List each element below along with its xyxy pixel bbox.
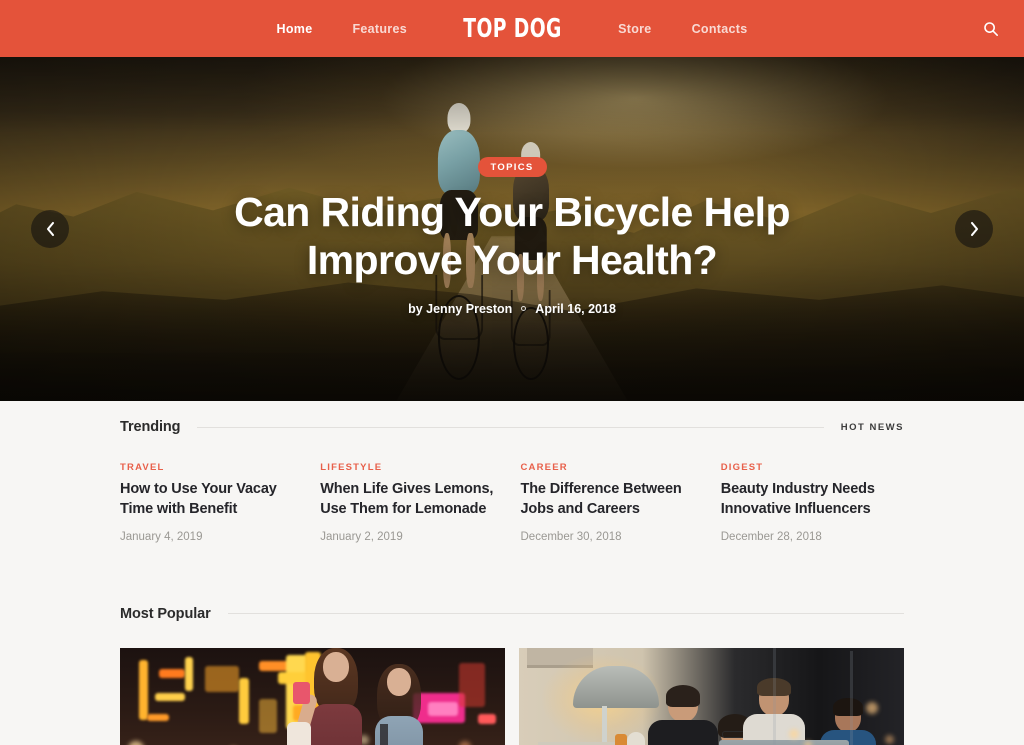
most-popular-section-header: Most Popular: [120, 588, 904, 622]
trending-title-link[interactable]: The Difference Between Jobs and Careers: [521, 480, 704, 520]
night-street-image: [120, 647, 505, 745]
hero-date: April 16, 2018: [535, 301, 616, 316]
main-content: Trending HOT NEWS TRAVEL How to Use Your…: [0, 401, 1024, 745]
site-logo[interactable]: TOP DOG: [444, 14, 581, 44]
trending-grid: TRAVEL How to Use Your Vacay Time with B…: [120, 462, 904, 543]
hero-topics-badge[interactable]: TOPICS: [477, 157, 547, 177]
most-popular-grid: [120, 647, 904, 745]
hot-news-tag: HOT NEWS: [840, 421, 904, 433]
trending-category[interactable]: TRAVEL: [120, 462, 303, 473]
nav-link-home[interactable]: Home: [257, 22, 333, 36]
trending-item[interactable]: TRAVEL How to Use Your Vacay Time with B…: [120, 462, 303, 543]
main-navigation: Home Features TOP DOG Store Contacts: [257, 14, 768, 44]
hero-next-button[interactable]: [955, 210, 993, 248]
office-team-image: [519, 647, 904, 745]
popular-card[interactable]: [519, 647, 904, 745]
hero-title[interactable]: Can Riding Your Bicycle Help Improve You…: [192, 189, 832, 285]
trending-category[interactable]: LIFESTYLE: [320, 462, 503, 473]
trending-item[interactable]: LIFESTYLE When Life Gives Lemons, Use Th…: [320, 462, 503, 543]
meta-separator-dot: [521, 306, 527, 312]
woman-right: [374, 663, 424, 745]
popular-card[interactable]: [120, 647, 505, 745]
trending-item[interactable]: DIGEST Beauty Industry Needs Innovative …: [721, 462, 904, 543]
search-icon: [984, 21, 998, 36]
most-popular-title: Most Popular: [120, 605, 211, 622]
section-divider: [197, 426, 824, 428]
trending-date: January 4, 2019: [120, 530, 203, 543]
hero-content: TOPICS Can Riding Your Bicycle Help Impr…: [0, 157, 1024, 316]
woman-left: [286, 647, 363, 745]
trending-date: December 30, 2018: [520, 530, 622, 543]
trending-category[interactable]: CAREER: [521, 462, 704, 473]
trending-title: Trending: [120, 419, 181, 435]
trending-category[interactable]: DIGEST: [721, 462, 904, 473]
nav-link-features[interactable]: Features: [332, 22, 427, 36]
trending-title-link[interactable]: When Life Gives Lemons, Use Them for Lem…: [320, 480, 503, 520]
trending-title-link[interactable]: Beauty Industry Needs Innovative Influen…: [721, 480, 904, 520]
trending-item[interactable]: CAREER The Difference Between Jobs and C…: [521, 462, 704, 543]
hero-slider: TOPICS Can Riding Your Bicycle Help Impr…: [0, 57, 1024, 401]
site-header: Home Features TOP DOG Store Contacts: [0, 0, 1024, 57]
hero-prev-button[interactable]: [31, 210, 69, 248]
search-button[interactable]: [978, 16, 1004, 42]
trending-date: December 28, 2018: [720, 530, 822, 543]
chevron-right-icon: [970, 221, 978, 237]
hero-meta: by Jenny Preston April 16, 2018: [90, 302, 934, 316]
chevron-left-icon: [46, 221, 54, 237]
trending-title-link[interactable]: How to Use Your Vacay Time with Benefit: [120, 480, 303, 520]
section-divider: [227, 613, 904, 615]
trending-section-header: Trending HOT NEWS: [120, 401, 904, 435]
trending-date: January 2, 2019: [320, 530, 403, 543]
nav-link-contacts[interactable]: Contacts: [672, 22, 768, 36]
nav-link-store[interactable]: Store: [598, 22, 671, 36]
hero-author[interactable]: by Jenny Preston: [408, 302, 512, 316]
